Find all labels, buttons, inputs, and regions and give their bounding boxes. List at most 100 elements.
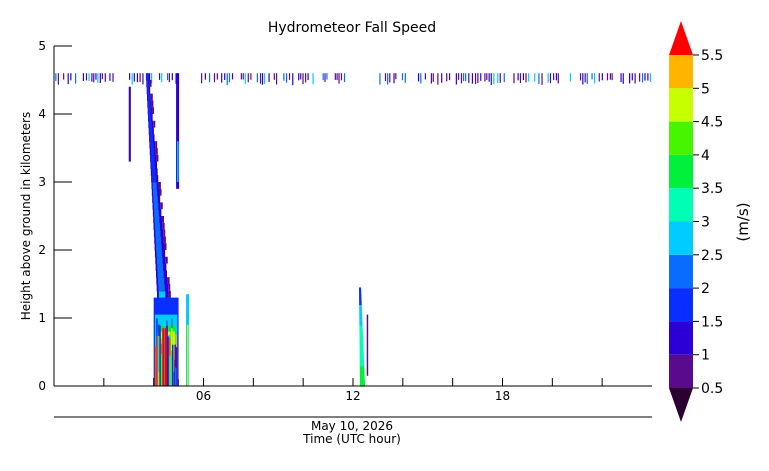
colorbar-label: (m/s)	[734, 202, 752, 241]
streak-edge	[165, 256, 168, 264]
streak-core	[151, 168, 156, 176]
precip-streak	[154, 346, 157, 386]
streak-core	[147, 86, 150, 95]
cloud-dash	[446, 73, 448, 82]
cloud-dash	[336, 73, 338, 81]
cloud-dash	[204, 73, 206, 80]
cloud-dash	[488, 73, 490, 82]
cloud-dash	[263, 73, 266, 84]
cloud-dash	[158, 73, 161, 80]
cloud-dash	[268, 73, 270, 82]
cloud-dash	[312, 73, 314, 85]
cloud-dash	[292, 73, 294, 86]
colorbar-tick-label: 0.5	[701, 381, 723, 397]
cloud-dash	[300, 73, 302, 80]
streak-edge	[155, 148, 158, 155]
cloud-dash	[430, 73, 433, 84]
streak-core	[158, 277, 165, 285]
colorbar-tick-label: 3.5	[701, 181, 723, 197]
cloud-dash	[499, 73, 501, 83]
streak-edge	[153, 120, 156, 128]
cloud-dash	[259, 73, 262, 84]
colorbar-tick-label: 5.5	[701, 48, 723, 64]
data-layer	[55, 73, 652, 387]
streak-upper-edge	[129, 86, 131, 162]
colorbar-tick-label: 1	[701, 348, 710, 364]
colorbar-segment	[669, 121, 693, 155]
cloud-dash	[598, 73, 600, 82]
precip-streak	[169, 355, 171, 386]
cloud-dash	[395, 73, 397, 80]
cloud-dash	[471, 73, 474, 84]
streak-core	[149, 120, 152, 129]
cloud-dash	[242, 73, 244, 80]
cloud-dash	[226, 73, 228, 86]
colorbar-tick-label: 1.5	[701, 314, 723, 330]
cloud-dash	[101, 73, 103, 80]
cloud-dash	[136, 73, 139, 83]
cloud-dash	[213, 73, 216, 83]
cloud-dash	[283, 73, 285, 81]
streak-edge	[156, 154, 159, 162]
streak-edge	[167, 277, 170, 284]
cell-12z-edge	[366, 314, 369, 376]
streak-edge	[158, 182, 161, 189]
cloud-dash	[484, 73, 486, 82]
cloud-dash	[171, 73, 173, 81]
colorbar-segment	[669, 188, 693, 222]
streak-core	[147, 100, 151, 108]
streak-core	[155, 236, 161, 244]
cloud-dash	[534, 73, 536, 82]
cloud-dash	[420, 73, 422, 84]
cloud-dash	[161, 73, 163, 83]
y-axis-label: Height above ground in kilometers	[19, 112, 33, 320]
cloud-dash	[417, 73, 420, 82]
cloud-dash	[437, 73, 439, 85]
cloud-dash	[88, 73, 90, 81]
cloud-dash	[441, 73, 443, 83]
cloud-dash	[448, 73, 451, 81]
precip-streak	[171, 344, 174, 386]
cloud-dash	[503, 73, 505, 83]
cloud-dash	[455, 73, 457, 85]
cloud-dash	[557, 73, 559, 84]
cloud-dash	[611, 73, 613, 81]
cloud-dash	[247, 73, 249, 83]
cloud-dash	[528, 73, 530, 82]
streak-core	[155, 229, 161, 237]
x-axis-label: Time (UTC hour)	[302, 432, 401, 446]
cloud-dash	[324, 73, 326, 82]
y-tick-label: 5	[38, 39, 46, 53]
cloud-dash	[460, 73, 463, 84]
cloud-dash	[384, 73, 387, 82]
cloud-dash	[474, 73, 477, 85]
colorbar-tick-label: 4	[701, 148, 710, 164]
streak-core	[158, 290, 166, 299]
cloud-dash	[340, 73, 343, 81]
chart-svg: 01234506 12 18 0.511.522.533.544.555.5 Hyd…	[19, 20, 752, 446]
colorbar: 0.5 1 1.5 2 2.5 3 3.5 4 4.5 5 5.5	[669, 21, 723, 422]
cloud-dash	[424, 73, 426, 80]
cloud-dash	[634, 73, 636, 84]
cloud-dash	[547, 73, 549, 83]
cloud-dash	[480, 73, 482, 81]
streak-core	[146, 80, 149, 88]
streak-core	[152, 182, 157, 190]
cloud-dash	[298, 73, 300, 81]
streak-core	[146, 73, 149, 81]
cloud-dash	[168, 73, 170, 83]
cloud-dash	[525, 73, 527, 83]
cloud-dash	[553, 73, 555, 81]
streak-core	[148, 107, 151, 115]
cloud-dash	[285, 73, 288, 83]
streak-core	[154, 209, 159, 217]
cloud-dash	[109, 73, 111, 81]
cloud-dash	[288, 73, 291, 80]
cloud-dash	[82, 73, 85, 81]
streak-core	[150, 141, 154, 149]
cloud-dash	[326, 73, 328, 80]
cloud-dash	[273, 73, 275, 80]
date-label: May 10, 2026	[311, 419, 393, 433]
cloud-dash	[240, 73, 242, 80]
cloud-dash	[393, 73, 395, 84]
